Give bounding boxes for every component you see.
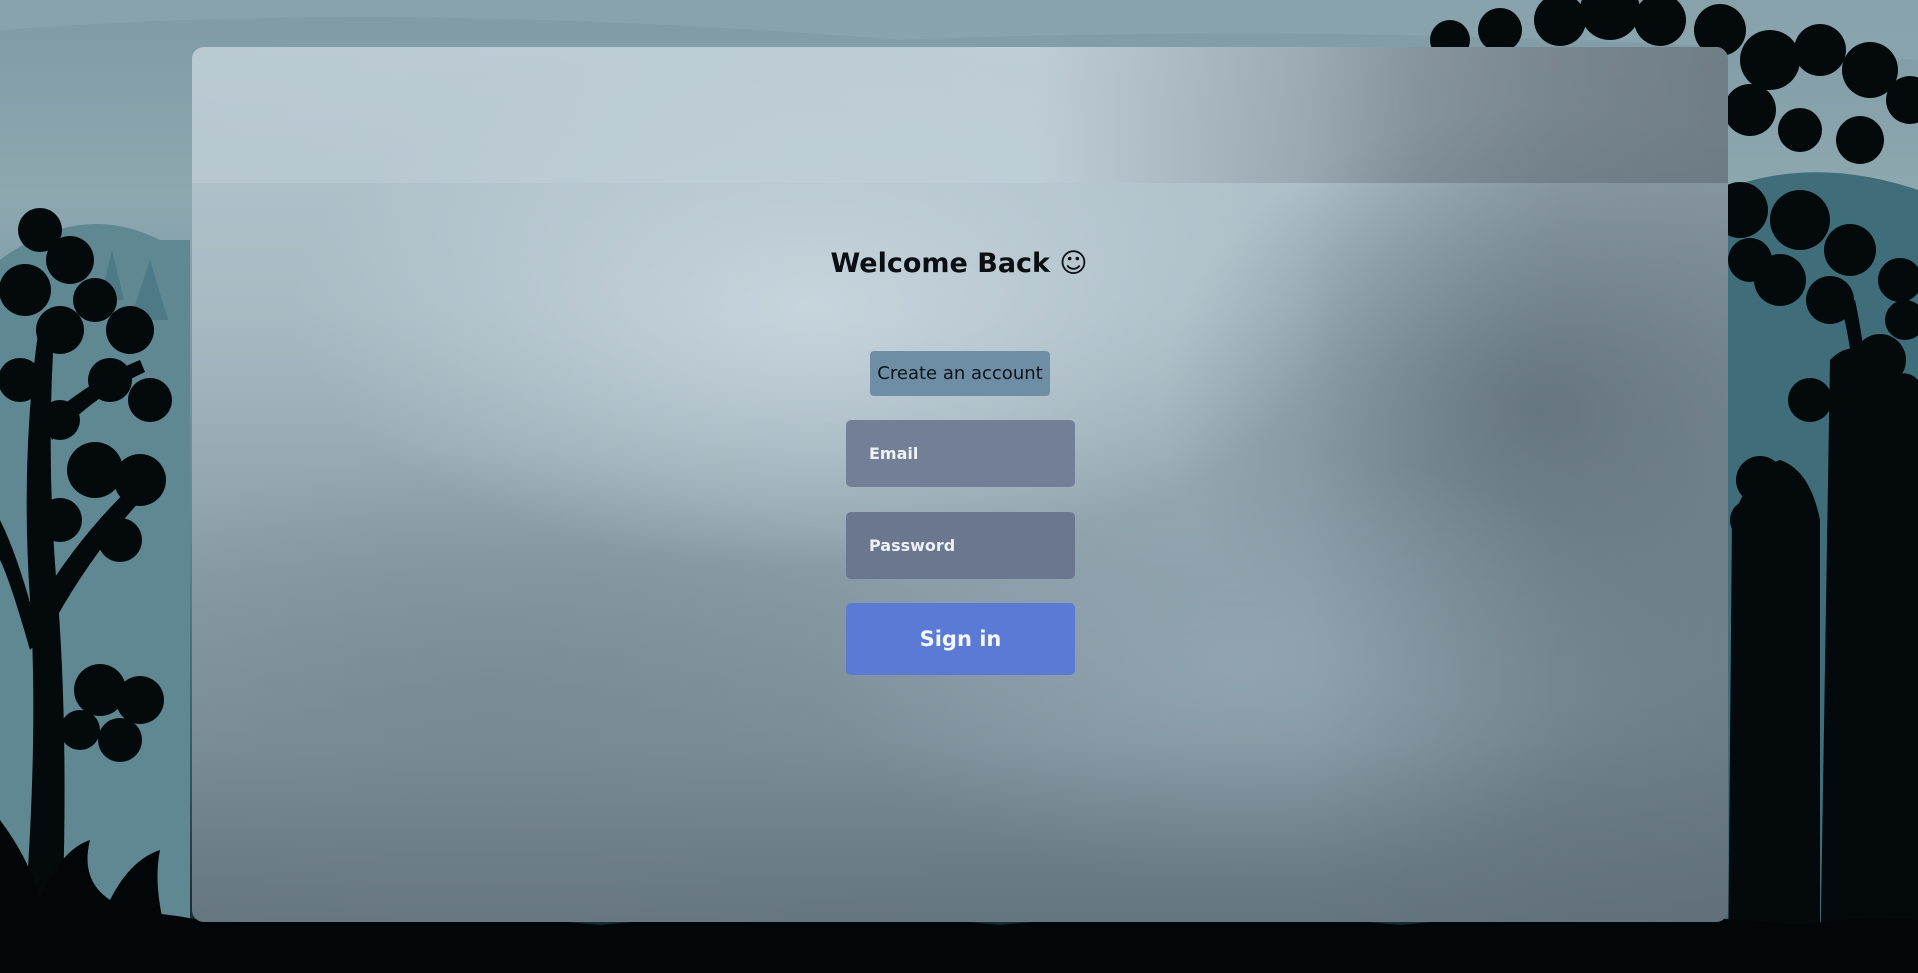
create-account-button[interactable]: Create an account: [870, 351, 1050, 396]
login-form: Welcome Back ☺ Create an account Email P…: [0, 0, 1918, 973]
password-placeholder: Password: [869, 536, 956, 555]
email-placeholder: Email: [869, 444, 919, 463]
email-field[interactable]: Email: [846, 420, 1075, 487]
password-field[interactable]: Password: [846, 512, 1075, 579]
sign-in-button[interactable]: Sign in: [846, 603, 1075, 675]
forest-background: Welcome Back ☺ Create an account Email P…: [0, 0, 1918, 973]
welcome-title: Welcome Back ☺: [830, 248, 1088, 279]
